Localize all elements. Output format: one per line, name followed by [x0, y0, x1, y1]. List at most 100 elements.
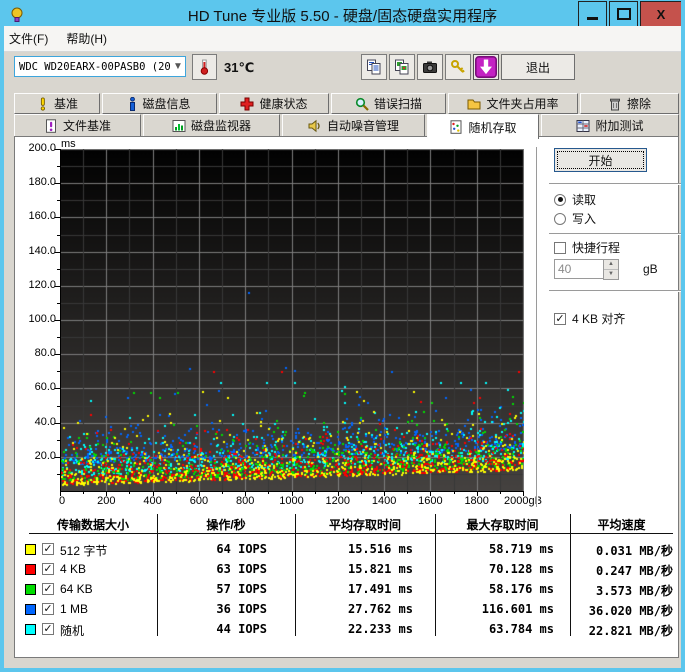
iops-value: 63 IOPS — [216, 562, 267, 576]
tab-disk-info[interactable]: 磁盘信息 — [102, 93, 217, 114]
scatter-plot — [60, 149, 524, 492]
registration-key-button[interactable] — [445, 54, 471, 80]
menu-file[interactable]: 文件(F) — [4, 27, 57, 50]
x-tick-label: 800 — [236, 495, 255, 507]
y-tick — [55, 183, 60, 184]
x-tick — [407, 492, 408, 494]
tab-health[interactable]: 健康状态 — [219, 93, 329, 114]
separator — [549, 233, 681, 235]
x-tick — [60, 492, 61, 496]
tab-benchmark[interactable]: 基准 — [14, 93, 100, 114]
align-option[interactable]: ✓ 4 KB 对齐 — [554, 310, 625, 327]
spinner-buttons: ▲ ▼ — [603, 259, 619, 280]
drive-select-dropdown[interactable]: WDC WD20EARX-00PASB0 (2000 gB) ▼ — [14, 56, 186, 77]
tab-random-access[interactable]: 随机存取 — [427, 114, 539, 139]
short-stroke-option[interactable]: 快捷行程 — [554, 239, 620, 256]
series-checkbox[interactable]: ✓ — [42, 583, 54, 595]
random-access-panel: ms 20.0 40.0 60.0 80.0 100.0 120.0 140.0 160.0 1… — [14, 136, 681, 658]
tab-aam[interactable]: 自动噪音管理 — [282, 114, 425, 137]
tab-label: 文件基准 — [62, 119, 111, 133]
x-tick-label: 1200 — [325, 495, 351, 507]
spin-down-button[interactable]: ▼ — [604, 270, 618, 279]
tab-error-scan[interactable]: 错误扫描 — [331, 93, 446, 114]
minimize-button[interactable] — [578, 1, 607, 27]
read-option[interactable]: 读取 — [554, 191, 596, 208]
col-header-speed: 平均速度 — [597, 518, 646, 532]
series-checkbox[interactable]: ✓ — [42, 563, 54, 575]
tab-label: 自动噪音管理 — [326, 119, 399, 133]
menu-help[interactable]: 帮助(H) — [57, 27, 116, 50]
random-access-chart — [61, 149, 524, 491]
series-checkbox[interactable]: ✓ — [42, 543, 54, 555]
y-tick-label: 60.0 — [34, 381, 56, 394]
table-row: ✓ 512 字节 64 IOPS 15.516 ms 58.719 ms 0.0… — [15, 540, 675, 560]
table-row: ✓ 1 MB 36 IOPS 27.762 ms 116.601 ms 36.0… — [15, 600, 675, 620]
screenshot-button[interactable] — [417, 54, 443, 80]
avg-access-value: 22.233 ms — [347, 622, 413, 636]
short-stroke-label: 快捷行程 — [572, 241, 621, 255]
maximize-button[interactable] — [609, 1, 638, 27]
copy-image-button[interactable] — [389, 54, 415, 80]
series-size-label: 随机 — [60, 624, 85, 638]
avg-speed-value: 36.020 MB/秒 — [588, 604, 673, 618]
temperature-button[interactable] — [192, 54, 217, 80]
info-icon — [130, 96, 136, 111]
y-tick-label: 180.0 — [28, 176, 56, 189]
y-tick — [55, 217, 60, 218]
series-checkbox[interactable]: ✓ — [42, 603, 54, 615]
y-tick — [55, 286, 60, 287]
y-tick-label: 160.0 — [28, 210, 56, 223]
hd-tune-window: HD Tune 专业版 5.50 - 硬盘/固态硬盘实用程序 X 文件(F) 帮… — [0, 0, 685, 672]
close-icon: X — [656, 6, 666, 22]
tab-extra-tests[interactable]: 附加测试 — [541, 114, 679, 137]
table-row: ✓ 64 KB 57 IOPS 17.491 ms 58.176 ms 3.57… — [15, 580, 675, 600]
tab-folder-usage[interactable]: 文件夹占用率 — [448, 93, 578, 114]
read-radio[interactable] — [554, 193, 566, 206]
y-tick — [57, 371, 60, 372]
avg-speed-value: 22.821 MB/秒 — [588, 624, 673, 638]
x-tick — [477, 492, 478, 496]
iops-value: 57 IOPS — [216, 582, 267, 596]
tab-disk-monitor[interactable]: 磁盘监视器 — [143, 114, 280, 137]
tab-label: 磁盘监视器 — [190, 119, 251, 133]
copy-text-button[interactable] — [361, 54, 387, 80]
avg-access-value: 15.821 ms — [347, 562, 413, 576]
x-tick-label: 1400 — [371, 495, 397, 507]
align-checkbox[interactable]: ✓ — [554, 312, 566, 325]
series-color-swatch — [25, 624, 36, 635]
short-stroke-checkbox[interactable] — [554, 241, 566, 254]
col-header-size: 传输数据大小 — [56, 518, 129, 532]
capacity-input[interactable] — [554, 259, 603, 279]
spin-up-button[interactable]: ▲ — [604, 260, 618, 270]
x-tick — [315, 492, 316, 494]
tab-label: 随机存取 — [468, 120, 517, 135]
y-tick-label: 100.0 — [28, 313, 56, 325]
health-icon — [240, 97, 254, 110]
x-tick — [83, 492, 84, 494]
x-tick-label: 0 — [58, 495, 66, 507]
update-button[interactable] — [473, 54, 499, 80]
series-size-label: 512 字节 — [60, 544, 108, 558]
benchmark-icon — [40, 97, 45, 111]
avg-access-value: 27.762 ms — [347, 602, 413, 616]
x-tick — [523, 492, 524, 496]
write-option[interactable]: 写入 — [554, 210, 596, 227]
y-tick — [57, 200, 60, 201]
write-radio[interactable] — [554, 212, 566, 225]
exit-button[interactable]: 退出 — [501, 54, 575, 80]
tab-erase[interactable]: 擦除 — [580, 93, 679, 114]
series-checkbox[interactable]: ✓ — [42, 623, 54, 635]
thermometer-icon — [200, 59, 209, 75]
tab-file-benchmark[interactable]: 文件基准 — [14, 114, 141, 137]
capacity-unit-label: gB — [643, 262, 658, 276]
write-label: 写入 — [572, 212, 597, 226]
start-button[interactable]: 开始 — [554, 148, 647, 172]
x-tick — [245, 492, 246, 496]
y-tick — [55, 320, 60, 321]
toolbar: WDC WD20EARX-00PASB0 (2000 gB) ▼ 31℃ — [4, 52, 681, 92]
erase-icon — [609, 98, 620, 110]
disk-monitor-icon — [172, 119, 186, 132]
y-tick-label: 140.0 — [28, 244, 56, 257]
close-button[interactable]: X — [640, 1, 681, 27]
table-row: ✓ 随机 44 IOPS 22.233 ms 63.784 ms 22.821 … — [15, 620, 675, 640]
